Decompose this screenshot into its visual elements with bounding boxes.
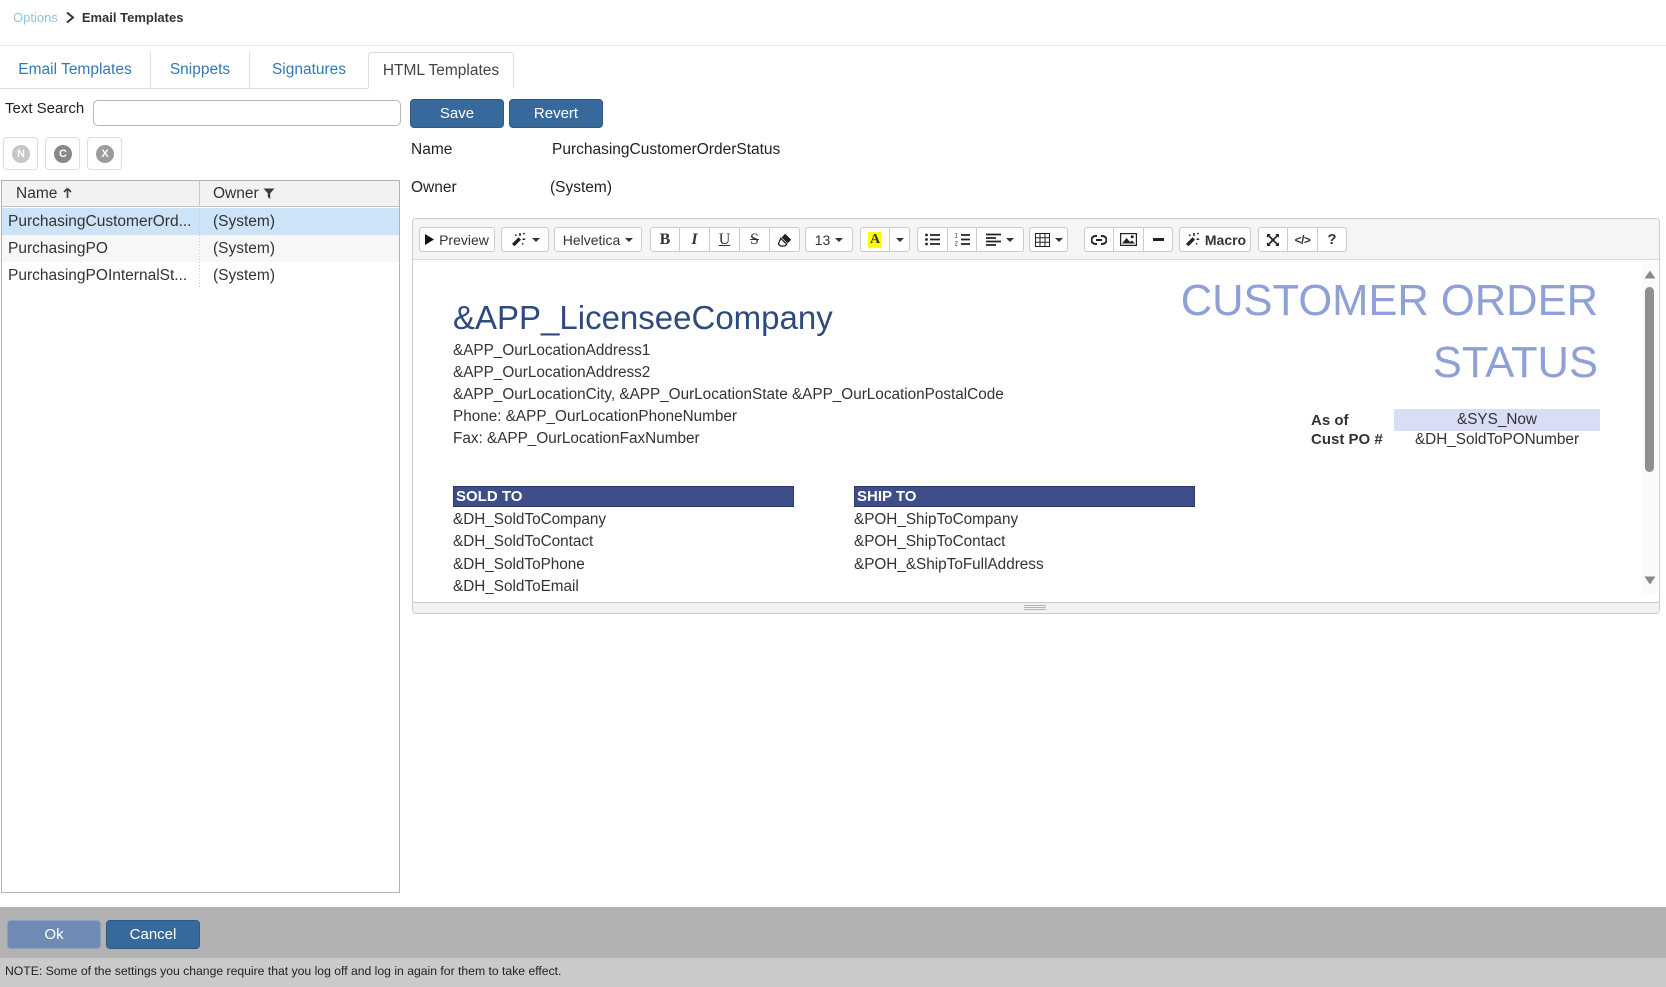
svg-text:2: 2 [955,242,959,247]
svg-text:1: 1 [955,234,959,240]
